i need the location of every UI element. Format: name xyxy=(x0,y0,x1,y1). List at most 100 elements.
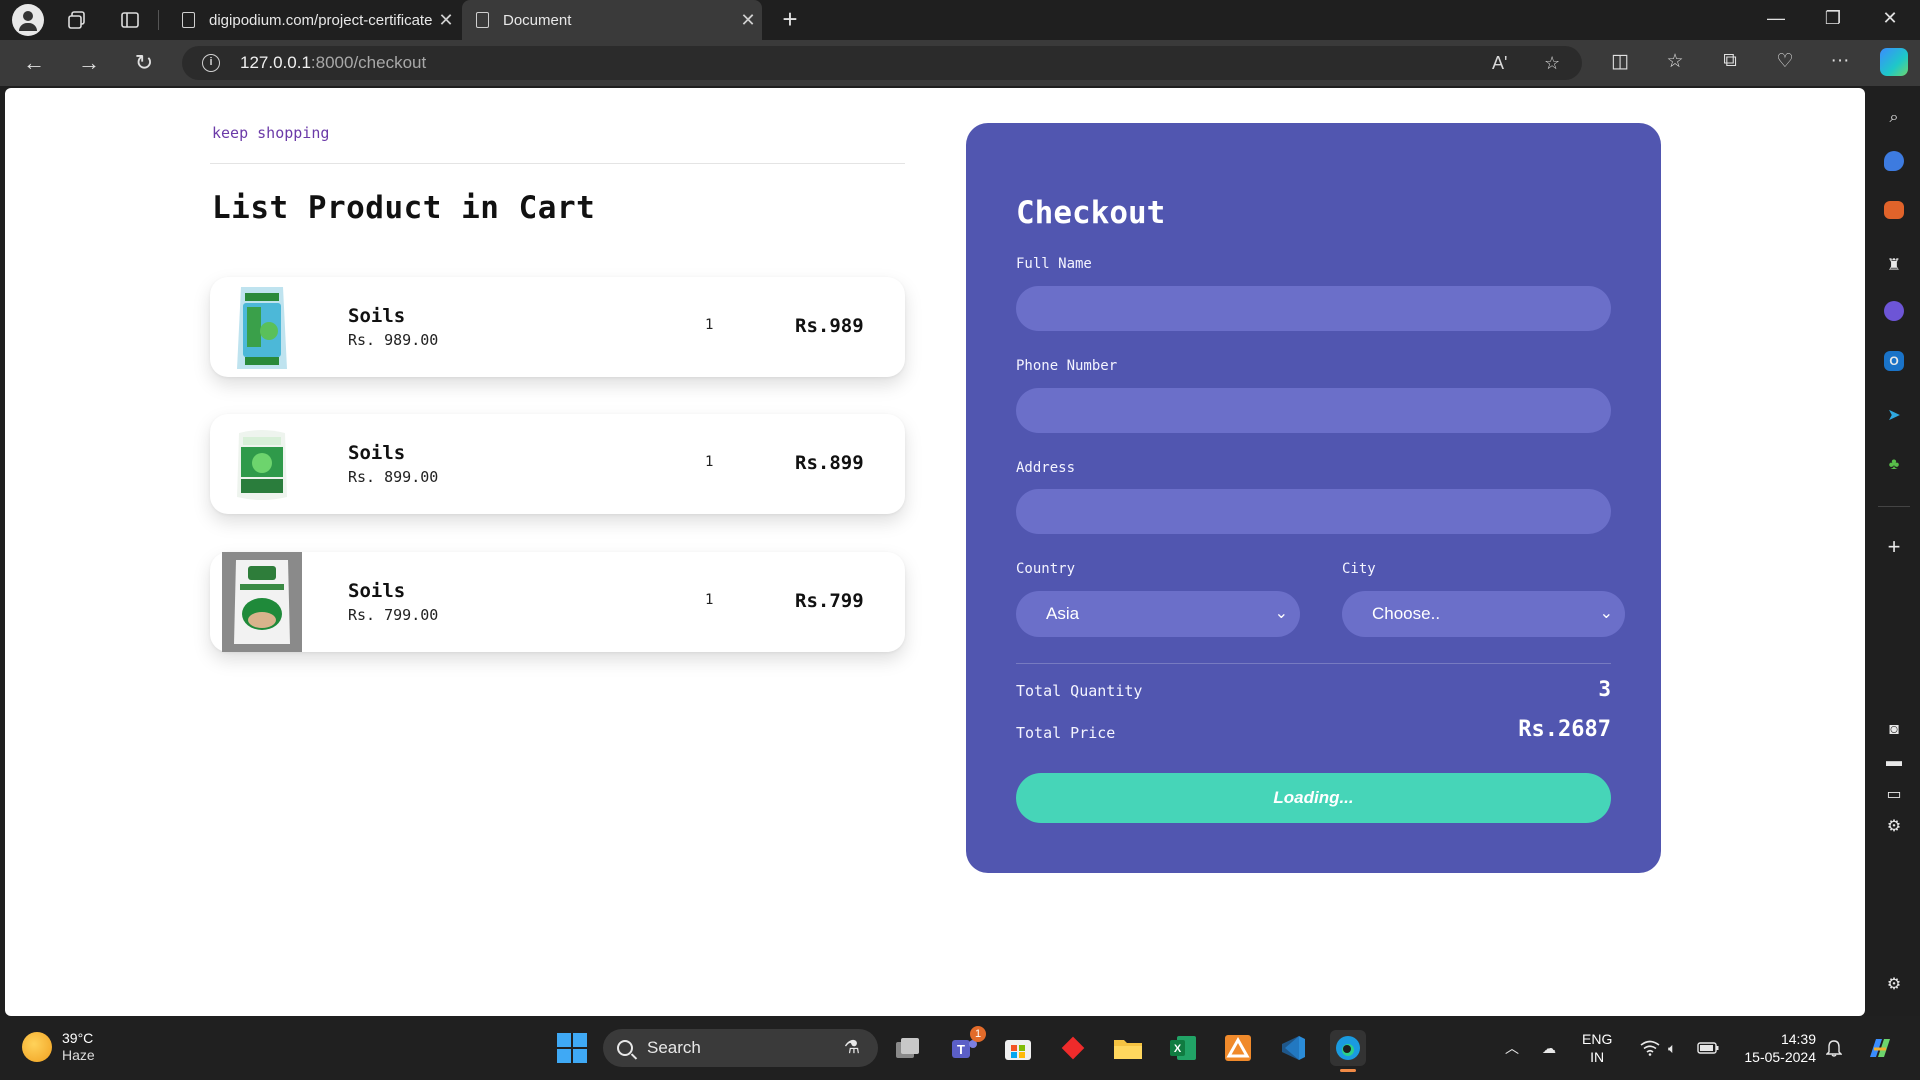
product-name: Soils xyxy=(348,580,406,602)
search-highlight-icon: ⚗ xyxy=(843,1037,860,1057)
site-info-icon[interactable]: i xyxy=(202,54,220,72)
onedrive-cloud-icon[interactable]: ☁ xyxy=(1542,1016,1556,1080)
tab-title: Document xyxy=(503,11,572,29)
url-host: 127.0.0.1 xyxy=(240,53,311,72)
address-bar[interactable]: i 127.0.0.1:8000/checkout Aʹ ☆ xyxy=(182,46,1582,80)
show-hidden-icons-chevron[interactable]: ︿ xyxy=(1505,1016,1519,1080)
document-icon xyxy=(476,12,489,28)
edge-browser-icon[interactable] xyxy=(1330,1030,1366,1072)
search-icon[interactable]: ⌕ xyxy=(1880,104,1908,132)
orange-app-icon[interactable] xyxy=(1220,1030,1256,1066)
task-view-icon[interactable] xyxy=(890,1030,926,1066)
new-tab-plus-icon[interactable]: + xyxy=(776,4,804,35)
favorites-icon[interactable]: ☆ xyxy=(1660,50,1690,73)
screenshot-camera-icon[interactable]: ◙ xyxy=(1880,716,1908,744)
country-selected-value: Asia xyxy=(1046,604,1080,623)
windows-taskbar: 39°C Haze Search ⚗ T 1 X ︿ ☁ ENG IN 🔈︎ 1… xyxy=(0,1016,1920,1080)
browser-tab-strip: digipodium.com/project-certificate ✕ Doc… xyxy=(0,0,1920,40)
cart-item: Soils Rs. 799.00 1 Rs.799 xyxy=(210,552,905,652)
full-name-label: Full Name xyxy=(1016,256,1092,272)
video-camera-icon[interactable]: ▬ xyxy=(1880,748,1908,776)
system-clock[interactable]: 14:39 15-05-2024 xyxy=(1744,1030,1816,1066)
copilot-taskbar-icon[interactable] xyxy=(1862,1030,1898,1066)
tools-briefcase-icon[interactable] xyxy=(1884,201,1904,219)
input-language[interactable]: ENG IN xyxy=(1582,1030,1612,1066)
close-window-icon[interactable]: ✕ xyxy=(1870,8,1910,29)
copilot-icon[interactable] xyxy=(1880,48,1908,76)
address-input[interactable] xyxy=(1016,489,1611,534)
page-viewport: keep shopping List Product in Cart Soils… xyxy=(5,88,1865,1016)
copilot-app-icon[interactable] xyxy=(1884,301,1904,321)
add-sidebar-app-icon[interactable]: + xyxy=(1880,533,1908,561)
region-code: IN xyxy=(1590,1049,1605,1065)
summary-divider xyxy=(1016,663,1611,664)
product-line-total: Rs.799 xyxy=(795,590,864,612)
checkout-title: Checkout xyxy=(1016,195,1166,231)
product-image xyxy=(222,420,302,510)
split-screen-icon[interactable]: ◫ xyxy=(1605,50,1635,73)
cart-divider xyxy=(210,163,905,164)
read-aloud-icon[interactable]: Aʹ xyxy=(1492,46,1507,80)
close-tab-icon[interactable]: ✕ xyxy=(734,10,762,31)
vscode-icon[interactable] xyxy=(1275,1030,1311,1066)
teams-icon[interactable]: T 1 xyxy=(946,1026,986,1066)
forward-arrow-icon[interactable]: → xyxy=(73,48,105,78)
tab-project-certificate[interactable]: digipodium.com/project-certificate ✕ xyxy=(168,0,460,40)
collections-icon[interactable]: ⧉ xyxy=(1715,50,1745,72)
checkout-submit-button[interactable]: Loading... xyxy=(1016,773,1611,823)
phone-number-input[interactable] xyxy=(1016,388,1611,433)
tree-icon[interactable]: ♣ xyxy=(1880,451,1908,479)
product-unit-price: Rs. 989.00 xyxy=(348,331,439,349)
close-tab-icon[interactable]: ✕ xyxy=(432,10,460,31)
teams-badge: 1 xyxy=(970,1026,986,1042)
shopping-tag-icon[interactable] xyxy=(1884,151,1904,171)
cart-item: Soils Rs. 989.00 1 Rs.989 xyxy=(210,277,905,377)
country-select[interactable]: Asia ⌄ xyxy=(1016,591,1300,637)
phone-number-label: Phone Number xyxy=(1016,358,1118,374)
window-icon[interactable]: ▭ xyxy=(1880,780,1908,808)
battery-icon[interactable] xyxy=(1697,1016,1719,1080)
microsoft-store-icon[interactable] xyxy=(1000,1030,1036,1066)
taskbar-search[interactable]: Search ⚗ xyxy=(603,1029,878,1067)
keep-shopping-link[interactable]: keep shopping xyxy=(212,124,329,142)
wifi-icon[interactable] xyxy=(1640,1016,1660,1080)
total-price-value: Rs.2687 xyxy=(1518,717,1611,742)
favorite-star-icon[interactable]: ☆ xyxy=(1544,46,1560,80)
cart-title: List Product in Cart xyxy=(212,190,596,226)
active-app-indicator xyxy=(1340,1069,1356,1072)
back-arrow-icon[interactable]: ← xyxy=(18,48,50,78)
city-label: City xyxy=(1342,561,1376,577)
notification-bell-icon[interactable] xyxy=(1826,1016,1842,1080)
outlook-icon[interactable]: O xyxy=(1884,351,1904,371)
full-name-input[interactable] xyxy=(1016,286,1611,331)
address-label: Address xyxy=(1016,460,1076,476)
tab-actions-icon[interactable] xyxy=(116,6,144,34)
file-explorer-icon[interactable] xyxy=(1110,1030,1146,1066)
volume-icon[interactable]: 🔈︎ xyxy=(1668,1016,1676,1080)
edge-sidebar: ⌕ ♜ O ➤ ♣ + ◙ ▬ ▭ ⚙ ⚙ xyxy=(1868,88,1920,1016)
product-name: Soils xyxy=(348,442,406,464)
product-unit-price: Rs. 899.00 xyxy=(348,468,439,486)
sidebar-divider xyxy=(1878,506,1910,507)
workspaces-icon[interactable] xyxy=(63,6,91,34)
weather-widget[interactable]: 39°C Haze xyxy=(22,1030,95,1064)
minimize-icon[interactable]: — xyxy=(1756,8,1796,29)
start-windows-icon[interactable] xyxy=(554,1030,590,1066)
more-options-icon[interactable]: ··· xyxy=(1825,50,1855,72)
gear-icon[interactable]: ⚙ xyxy=(1880,812,1908,840)
anydesk-icon[interactable] xyxy=(1055,1030,1091,1066)
tab-document[interactable]: Document ✕ xyxy=(462,0,762,40)
excel-icon[interactable]: X xyxy=(1165,1030,1201,1066)
telegram-icon[interactable]: ➤ xyxy=(1880,401,1908,429)
profile-avatar-icon[interactable] xyxy=(12,4,44,36)
svg-text:X: X xyxy=(1174,1043,1182,1055)
games-icon[interactable]: ♜ xyxy=(1880,251,1908,279)
clock-date: 15-05-2024 xyxy=(1744,1049,1816,1065)
total-quantity-value: 3 xyxy=(1598,677,1611,701)
browser-essentials-icon[interactable]: ♡ xyxy=(1770,50,1800,73)
city-selected-value: Choose.. xyxy=(1372,604,1441,623)
city-select[interactable]: Choose.. ⌄ xyxy=(1342,591,1625,637)
restore-icon[interactable]: ❐ xyxy=(1813,8,1853,29)
refresh-icon[interactable]: ↻ xyxy=(128,48,160,78)
sidebar-settings-icon[interactable]: ⚙ xyxy=(1880,970,1908,998)
